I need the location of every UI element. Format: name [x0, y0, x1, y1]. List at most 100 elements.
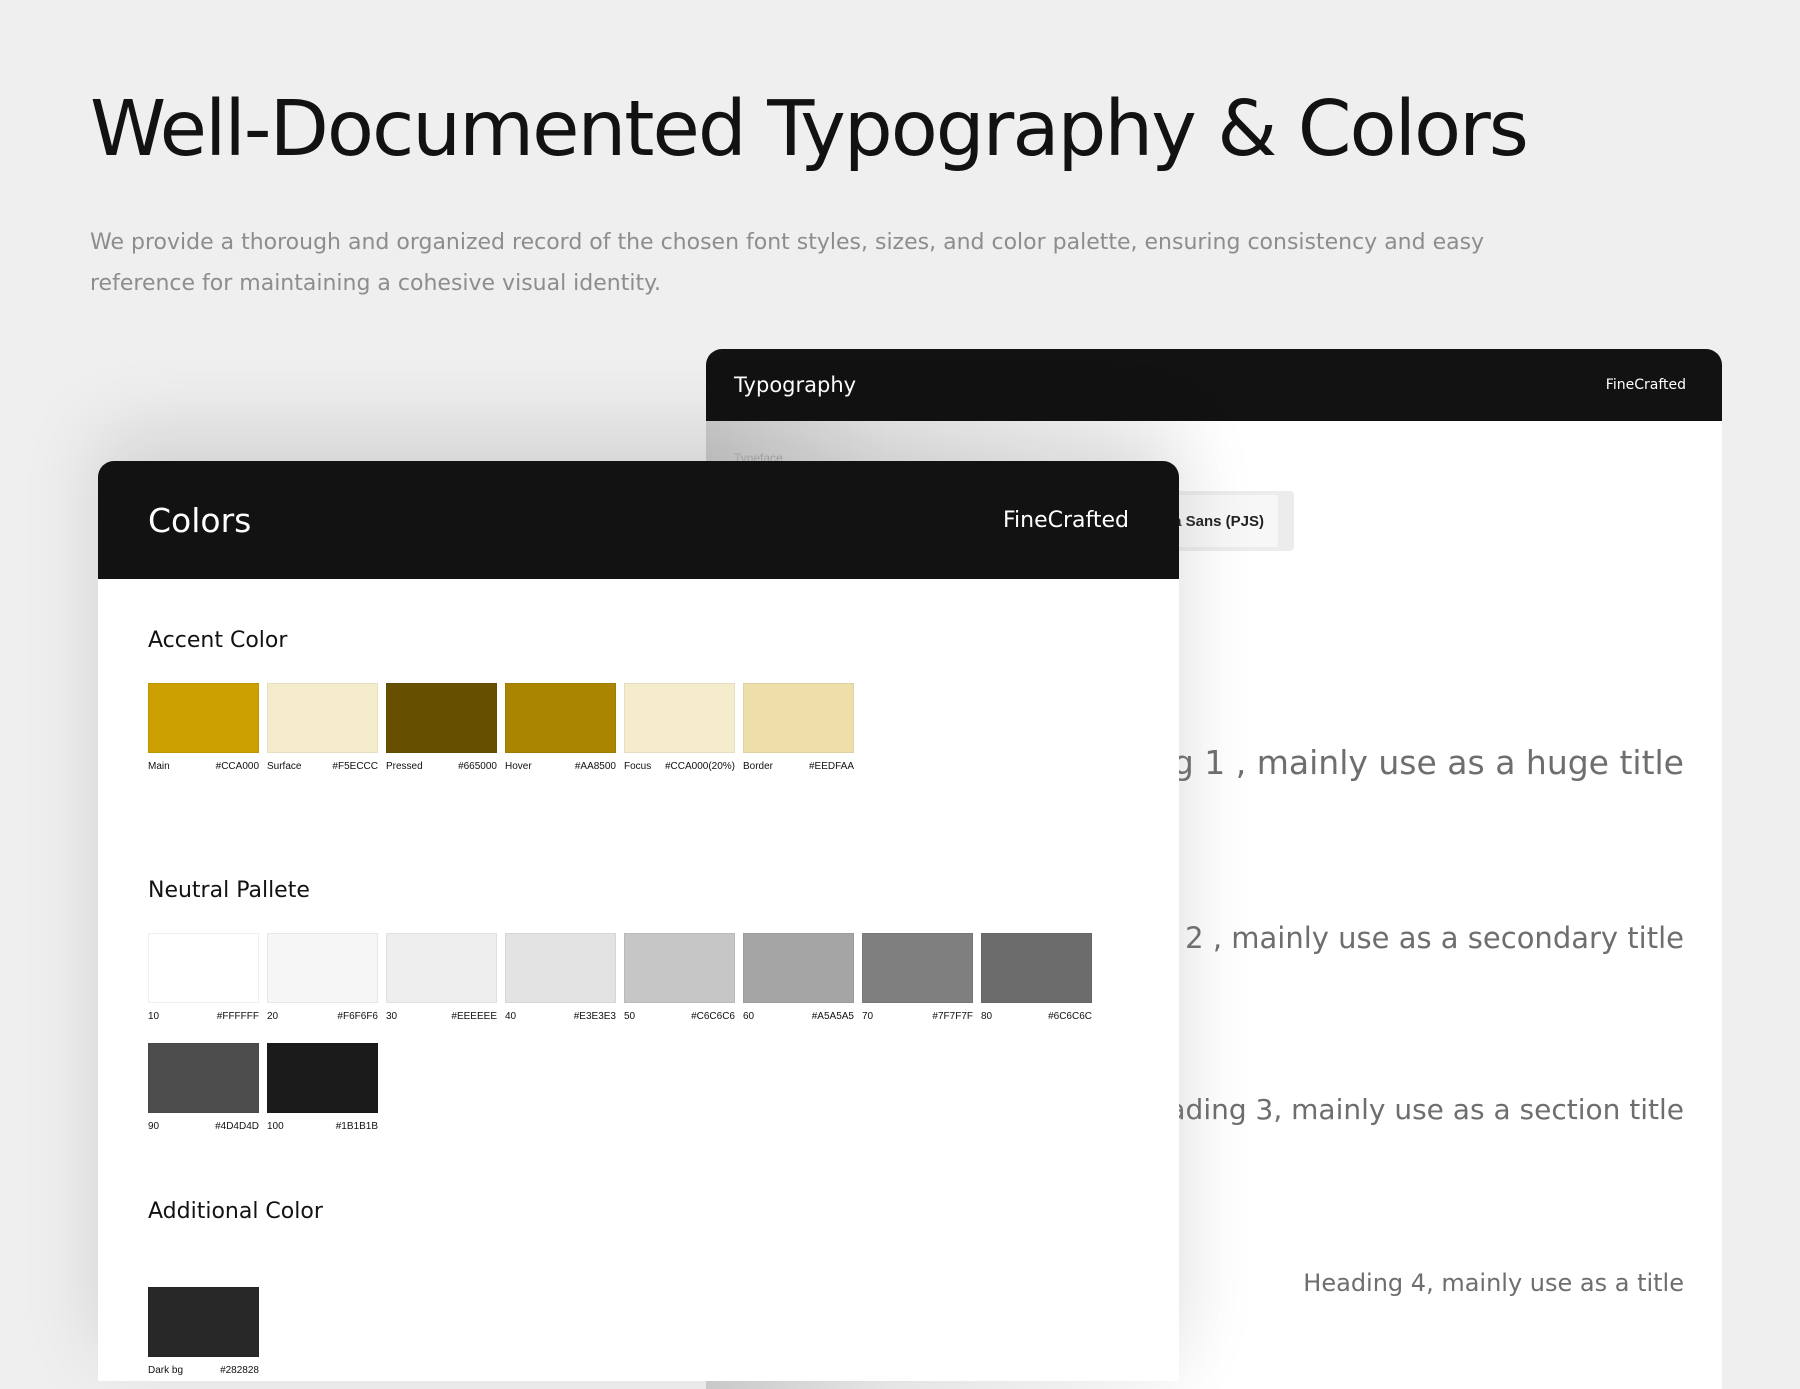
color-swatch-hex: #282828	[220, 1365, 259, 1376]
color-swatch-hex: #CCA000	[215, 761, 259, 772]
color-swatch-meta: 70 #7F7F7F	[862, 1011, 973, 1022]
color-swatch-label: 60	[743, 1011, 755, 1022]
color-swatch-meta: Surface #F5ECCC	[267, 761, 378, 772]
color-swatch-label: 100	[267, 1121, 284, 1132]
color-swatch-label: Pressed	[386, 761, 423, 772]
color-swatch-meta: Pressed #665000	[386, 761, 497, 772]
color-swatch-hex: #EEDFAA	[808, 761, 854, 772]
color-swatch-chip	[148, 683, 259, 753]
color-swatch-chip	[386, 683, 497, 753]
heading-4-sample: Heading 4, mainly use as a title	[1303, 1269, 1684, 1297]
neutral-swatch-row-2: 90 #4D4D4D 100 #1B1B1B	[148, 1043, 378, 1132]
color-swatch-meta: 50 #C6C6C6	[624, 1011, 735, 1022]
color-swatch-hex: #FFFFFF	[216, 1011, 259, 1022]
color-swatch-label: Hover	[505, 761, 532, 772]
color-swatch-label: 80	[981, 1011, 993, 1022]
color-swatch-label: 30	[386, 1011, 398, 1022]
color-swatch-meta: 20 #F6F6F6	[267, 1011, 378, 1022]
color-swatch-hex: #F6F6F6	[337, 1011, 378, 1022]
accent-color-title: Accent Color	[148, 628, 288, 653]
color-swatch-chip	[148, 1043, 259, 1113]
color-swatch-hex: #665000	[458, 761, 497, 772]
color-swatch: Surface #F5ECCC	[267, 683, 378, 772]
color-swatch-chip	[505, 683, 616, 753]
color-swatch-chip	[624, 933, 735, 1003]
color-swatch-chip	[624, 683, 735, 753]
color-swatch-label: 40	[505, 1011, 517, 1022]
color-swatch-meta: 100 #1B1B1B	[267, 1121, 378, 1132]
color-swatch-hex: #6C6C6C	[1048, 1011, 1092, 1022]
color-swatch-chip	[505, 933, 616, 1003]
color-swatch-label: 10	[148, 1011, 160, 1022]
color-swatch-meta: 80 #6C6C6C	[981, 1011, 1092, 1022]
colors-card-brand: FineCrafted	[1002, 507, 1129, 533]
color-swatch-hex: #4D4D4D	[215, 1121, 259, 1132]
colors-card-title: Colors	[148, 500, 252, 540]
heading-1-sample: ding 1 , mainly use as a huge title	[1121, 743, 1684, 782]
additional-color-title: Additional Color	[148, 1199, 323, 1224]
color-swatch-meta: 10 #FFFFFF	[148, 1011, 259, 1022]
color-swatch: Dark bg #282828	[148, 1287, 259, 1376]
typography-card-title: Typography	[734, 373, 857, 397]
color-swatch-label: Surface	[267, 761, 302, 772]
heading-3-sample: eading 3, mainly use as a section title	[1151, 1093, 1684, 1126]
color-swatch-meta: Dark bg #282828	[148, 1365, 259, 1376]
color-swatch: 40 #E3E3E3	[505, 933, 616, 1022]
color-swatch-chip	[386, 933, 497, 1003]
color-swatch-label: 50	[624, 1011, 636, 1022]
color-swatch-meta: 90 #4D4D4D	[148, 1121, 259, 1132]
heading-2-sample: ng 2 , mainly use as a secondary title	[1139, 921, 1684, 955]
color-swatch: 80 #6C6C6C	[981, 933, 1092, 1022]
color-swatch: Pressed #665000	[386, 683, 497, 772]
colors-card-header: Colors FineCrafted	[98, 461, 1179, 579]
color-swatch-hex: #A5A5A5	[811, 1011, 854, 1022]
color-swatch: 90 #4D4D4D	[148, 1043, 259, 1132]
accent-swatch-row: Main #CCA000 Surface #F5ECCC Pressed #665000 H…	[148, 683, 854, 772]
additional-swatch-row: Dark bg #282828	[148, 1287, 259, 1376]
color-swatch-chip	[743, 683, 854, 753]
color-swatch-chip	[862, 933, 973, 1003]
color-swatch-hex: #E3E3E3	[573, 1011, 616, 1022]
color-swatch-label: 70	[862, 1011, 874, 1022]
color-swatch-label: Border	[743, 761, 774, 772]
color-swatch: Main #CCA000	[148, 683, 259, 772]
color-swatch-hex: #1B1B1B	[335, 1121, 378, 1132]
color-swatch-chip	[148, 933, 259, 1003]
typography-card-header: Typography FineCrafted	[706, 349, 1722, 421]
page-headline: Well-Documented Typography & Colors	[90, 85, 1529, 174]
color-swatch: Focus #CCA000(20%)	[624, 683, 735, 772]
colors-card: Colors FineCrafted Accent Color Main #CCA…	[98, 461, 1179, 1381]
color-swatch-hex: #CCA000(20%)	[664, 761, 735, 772]
color-swatch: 10 #FFFFFF	[148, 933, 259, 1022]
color-swatch-meta: Main #CCA000	[148, 761, 259, 772]
color-swatch-meta: 40 #E3E3E3	[505, 1011, 616, 1022]
color-swatch-meta: 60 #A5A5A5	[743, 1011, 854, 1022]
color-swatch: 100 #1B1B1B	[267, 1043, 378, 1132]
color-swatch: 70 #7F7F7F	[862, 933, 973, 1022]
neutral-pallete-title: Neutral Pallete	[148, 878, 310, 903]
color-swatch: 20 #F6F6F6	[267, 933, 378, 1022]
color-swatch-chip	[267, 1043, 378, 1113]
color-swatch-chip	[148, 1287, 259, 1357]
color-swatch-meta: Border #EEDFAA	[743, 761, 854, 772]
color-swatch-hex: #F5ECCC	[332, 761, 378, 772]
color-swatch-chip	[267, 933, 378, 1003]
color-swatch-meta: Focus #CCA000(20%)	[624, 761, 735, 772]
color-swatch: 30 #EEEEEE	[386, 933, 497, 1022]
typography-card-brand: FineCrafted	[1605, 377, 1686, 393]
color-swatch-chip	[267, 683, 378, 753]
color-swatch-label: 20	[267, 1011, 279, 1022]
color-swatch-meta: Hover #AA8500	[505, 761, 616, 772]
color-swatch-meta: 30 #EEEEEE	[386, 1011, 497, 1022]
color-swatch-hex: #7F7F7F	[932, 1011, 973, 1022]
color-swatch-hex: #EEEEEE	[451, 1011, 497, 1022]
color-swatch: Border #EEDFAA	[743, 683, 854, 772]
color-swatch: 60 #A5A5A5	[743, 933, 854, 1022]
color-swatch-label: Dark bg	[148, 1365, 184, 1376]
color-swatch: 50 #C6C6C6	[624, 933, 735, 1022]
color-swatch-hex: #C6C6C6	[691, 1011, 735, 1022]
color-swatch-hex: #AA8500	[574, 761, 616, 772]
color-swatch-label: Main	[148, 761, 170, 772]
neutral-swatch-row-1: 10 #FFFFFF 20 #F6F6F6 30 #EEEEEE 40 #E3E3E3 50 #C…	[148, 933, 1092, 1022]
color-swatch-chip	[981, 933, 1092, 1003]
